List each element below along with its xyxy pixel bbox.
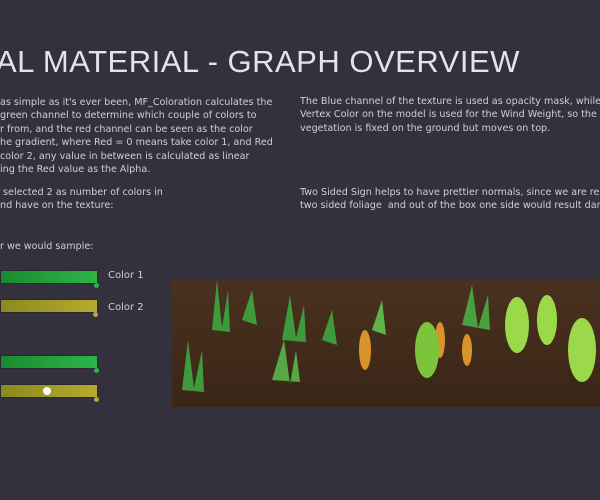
sample-green-stop-marker[interactable] bbox=[94, 368, 99, 373]
sample-alpha-knob[interactable] bbox=[43, 387, 51, 395]
page-title: AL MATERIAL - GRAPH OVERVIEW bbox=[0, 44, 520, 79]
sample-note: r we would sample: bbox=[0, 241, 94, 252]
foliage-illustration bbox=[182, 280, 596, 392]
sample-yellow-stop-marker[interactable] bbox=[94, 397, 99, 402]
color1-gradient-bar[interactable] bbox=[0, 270, 98, 284]
color1-label: Color 1 bbox=[108, 270, 144, 281]
two-sided-description: Two Sided Sign helps to have prettier no… bbox=[300, 187, 600, 212]
opacity-description: The Blue channel of the texture is used … bbox=[300, 96, 600, 134]
coloration-description: as simple as it's ever been, MF_Colorati… bbox=[0, 97, 273, 176]
color2-label: Color 2 bbox=[108, 302, 144, 313]
color2-gradient-bar[interactable] bbox=[0, 299, 98, 313]
color2-stop-marker[interactable] bbox=[93, 312, 98, 317]
sample-green-bar[interactable] bbox=[0, 355, 98, 369]
colors-count-note: selected 2 as number of colors in nd hav… bbox=[0, 187, 163, 212]
color1-stop-marker[interactable] bbox=[94, 283, 99, 288]
foliage-render-preview bbox=[172, 280, 600, 407]
